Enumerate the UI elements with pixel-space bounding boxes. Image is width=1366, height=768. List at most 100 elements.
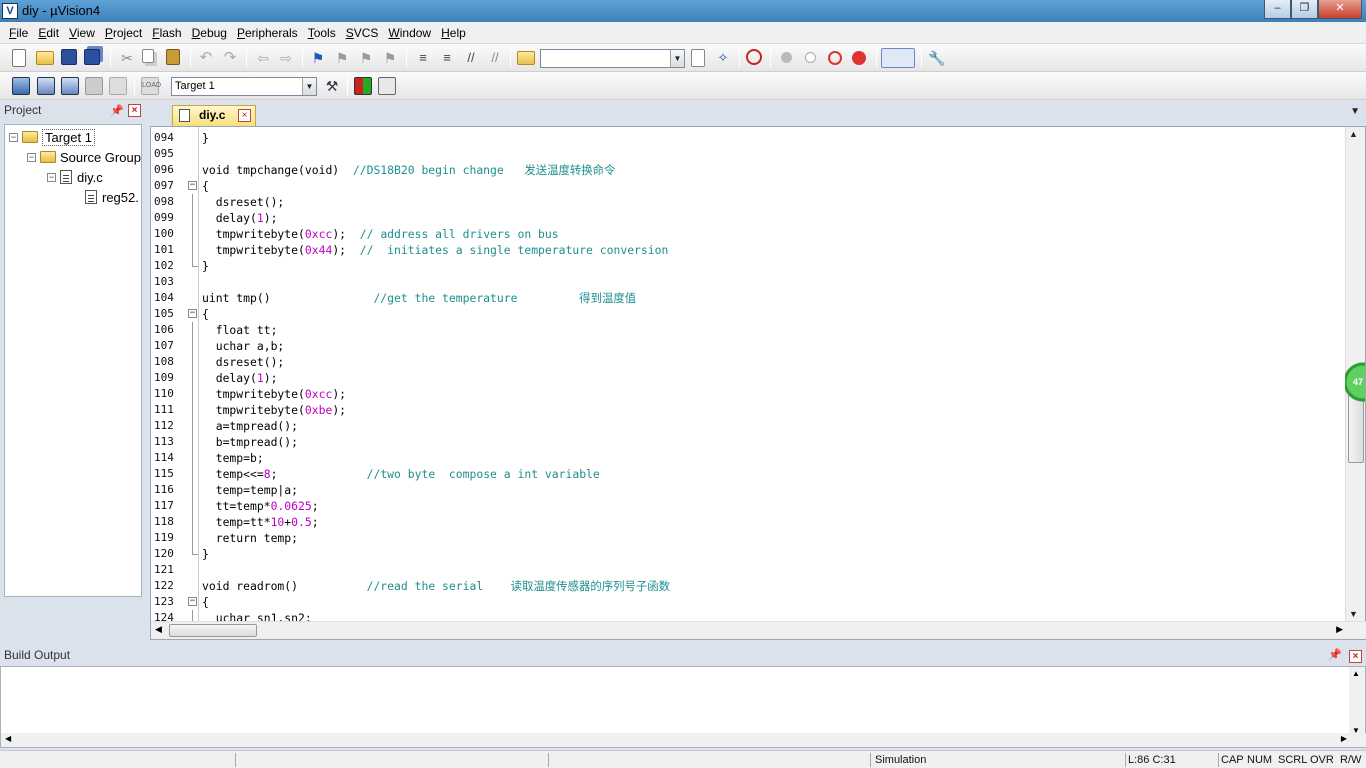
code-line[interactable]: 102} [151, 258, 1345, 274]
scroll-right-icon[interactable]: ▶ [1336, 624, 1343, 635]
build-icon[interactable] [37, 77, 55, 95]
code-line[interactable]: 115 temp<<=8; //two byte compose a int v… [151, 466, 1345, 482]
scroll-left-icon[interactable]: ◀ [155, 624, 162, 635]
floating-badge[interactable]: 47 [1345, 360, 1365, 404]
code-line[interactable]: 099 delay(1); [151, 210, 1345, 226]
configure-icon[interactable]: 🔧 [928, 49, 946, 67]
menu-edit[interactable]: Edit [33, 23, 64, 43]
find-in-files-icon[interactable] [517, 51, 535, 65]
copy-icon[interactable] [142, 49, 154, 63]
scroll-down-icon[interactable]: ▼ [1349, 609, 1358, 619]
scroll-thumb[interactable] [169, 624, 257, 637]
minimize-button[interactable]: ‒ [1264, 0, 1291, 19]
menu-debug[interactable]: Debug [187, 23, 232, 43]
undo-icon[interactable]: ↶ [197, 49, 215, 67]
unindent-icon[interactable]: ≡ [438, 49, 456, 67]
menu-svcs[interactable]: SVCS [341, 23, 384, 43]
find-icon[interactable] [691, 49, 705, 67]
scroll-up-icon[interactable]: ▲ [1349, 129, 1358, 139]
clear-bookmarks-icon[interactable]: ⚑ [381, 49, 399, 67]
paste-icon[interactable] [166, 49, 180, 65]
menu-tools[interactable]: Tools [303, 23, 341, 43]
close-panel-icon[interactable]: × [128, 104, 141, 117]
tab-list-dropdown-icon[interactable]: ▼ [1350, 106, 1360, 117]
code-line[interactable]: 123 −{ [151, 594, 1345, 610]
code-line[interactable]: 111 tmpwritebyte(0xbe); [151, 402, 1345, 418]
comment-icon[interactable]: // [462, 49, 480, 67]
nav-back-icon[interactable]: ⇦ [254, 49, 272, 67]
stop-build-icon[interactable] [109, 77, 127, 95]
download-icon[interactable]: LOAD [141, 77, 161, 95]
code-line[interactable]: 107 uchar a,b; [151, 338, 1345, 354]
code-line[interactable]: 110 tmpwritebyte(0xcc); [151, 386, 1345, 402]
new-file-icon[interactable] [12, 49, 26, 67]
menu-view[interactable]: View [64, 23, 100, 43]
tree-item-target[interactable]: − Target 1 [9, 127, 95, 147]
menu-window[interactable]: Window [383, 23, 436, 43]
code-line[interactable]: 112 a=tmpread(); [151, 418, 1345, 434]
code-line[interactable]: 101 tmpwritebyte(0x44); // initiates a s… [151, 242, 1345, 258]
code-line[interactable]: 104 uint tmp() //get the temperature 得到温度… [151, 290, 1345, 306]
build-output-area[interactable]: ▲ ▼ ◀ ▶ [0, 666, 1366, 748]
cut-icon[interactable]: ✂ [118, 49, 136, 67]
close-panel-icon[interactable]: × [1349, 650, 1362, 663]
editor-horizontal-scrollbar[interactable]: ◀ ▶ [151, 621, 1366, 639]
indent-icon[interactable]: ≡ [414, 49, 432, 67]
close-button[interactable]: ✕ [1318, 0, 1362, 19]
uncomment-icon[interactable]: // [486, 49, 504, 67]
menu-peripherals[interactable]: Peripherals [232, 23, 303, 43]
prev-bookmark-icon[interactable]: ⚑ [333, 49, 351, 67]
chevron-down-icon[interactable]: ▼ [670, 50, 684, 67]
target-combo[interactable]: Target 1 ▼ [171, 77, 317, 96]
kill-breakpoints-icon[interactable] [852, 51, 866, 65]
menu-help[interactable]: Help [436, 23, 471, 43]
scroll-up-icon[interactable]: ▲ [1352, 669, 1360, 678]
nav-forward-icon[interactable]: ⇨ [277, 49, 295, 67]
fold-collapse-icon[interactable]: − [188, 597, 197, 606]
redo-icon[interactable]: ↷ [221, 49, 239, 67]
code-line[interactable]: 094} [151, 130, 1345, 146]
bookmark-icon[interactable]: ⚑ [309, 49, 327, 67]
chevron-down-icon[interactable]: ▼ [302, 78, 316, 95]
code-area[interactable]: 094} 095 096 void tmpchange(void) //DS18B20… [151, 127, 1345, 621]
maximize-button[interactable]: ❐ [1291, 0, 1318, 19]
code-line[interactable]: 118 temp=tt*10+0.5; [151, 514, 1345, 530]
find-combo[interactable]: ▼ [540, 49, 685, 68]
code-line[interactable]: 108 dsreset(); [151, 354, 1345, 370]
code-line[interactable]: 121 [151, 562, 1345, 578]
build-horizontal-scrollbar[interactable]: ◀ ▶ [1, 733, 1366, 747]
code-line[interactable]: 103 [151, 274, 1345, 290]
scroll-left-icon[interactable]: ◀ [5, 734, 11, 743]
save-all-icon[interactable] [84, 49, 100, 65]
code-line[interactable]: 105 −{ [151, 306, 1345, 322]
menu-flash[interactable]: Flash [147, 23, 186, 43]
manage-components-icon[interactable] [354, 77, 372, 95]
open-folder-icon[interactable] [36, 51, 54, 65]
fold-collapse-icon[interactable]: − [188, 309, 197, 318]
translate-icon[interactable] [12, 77, 30, 95]
code-line[interactable]: 116 temp=temp|a; [151, 482, 1345, 498]
breakpoint-icon[interactable] [781, 52, 792, 63]
code-line[interactable]: 096 void tmpchange(void) //DS18B20 begin … [151, 162, 1345, 178]
code-line[interactable]: 120} [151, 546, 1345, 562]
window-layout-icon[interactable] [881, 48, 915, 68]
save-icon[interactable] [61, 49, 77, 65]
pin-icon[interactable]: 📌 [110, 101, 124, 122]
code-line[interactable]: 124 uchar sn1,sn2; [151, 610, 1345, 621]
batch-build-icon[interactable] [85, 77, 103, 95]
tab-diy-c[interactable]: diy.c × [172, 105, 256, 126]
tree-item-source-group[interactable]: − Source Group [27, 147, 141, 167]
code-line[interactable]: 114 temp=b; [151, 450, 1345, 466]
incremental-find-icon[interactable]: ✧ [714, 49, 732, 67]
breakpoint-toggle-icon[interactable] [805, 52, 816, 63]
debug-start-icon[interactable] [746, 49, 762, 65]
next-bookmark-icon[interactable]: ⚑ [357, 49, 375, 67]
tree-item-reg52[interactable]: reg52. [85, 187, 139, 207]
code-line[interactable]: 109 delay(1); [151, 370, 1345, 386]
code-line[interactable]: 095 [151, 146, 1345, 162]
select-packet-icon[interactable] [378, 77, 396, 95]
code-line[interactable]: 119 return temp; [151, 530, 1345, 546]
collapse-icon[interactable]: − [27, 152, 36, 162]
code-line[interactable]: 117 tt=temp*0.0625; [151, 498, 1345, 514]
disable-breakpoints-icon[interactable] [828, 51, 842, 65]
